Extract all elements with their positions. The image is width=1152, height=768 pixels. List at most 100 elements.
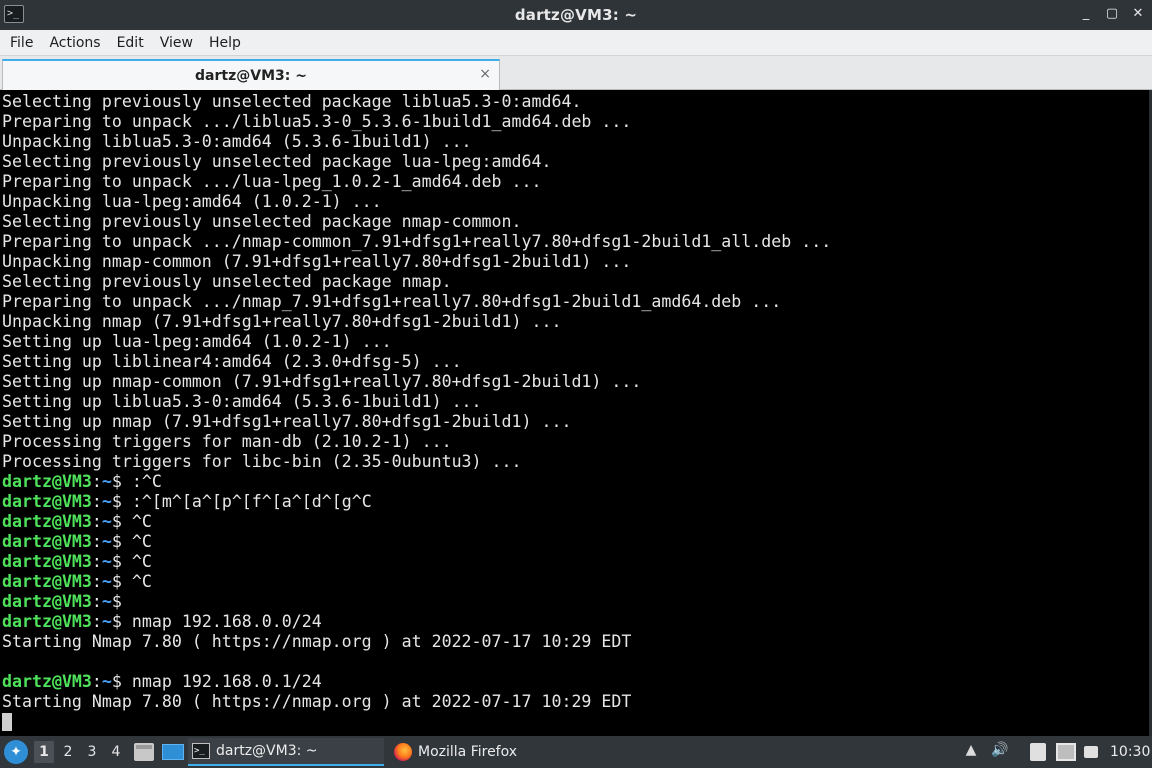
maximize-button[interactable]: ▢	[1104, 4, 1120, 24]
clock[interactable]: 10:30	[1110, 736, 1150, 768]
file-manager-icon[interactable]	[134, 743, 154, 761]
terminal-line: Selecting previously unselected package …	[2, 272, 1149, 292]
terminal-line: Processing triggers for man-db (2.10.2-1…	[2, 432, 1149, 452]
output-text: Preparing to unpack .../liblua5.3-0_5.3.…	[2, 112, 632, 131]
menu-help[interactable]: Help	[201, 30, 249, 56]
terminal-command-line: dartz@VM3:~$ :^C	[2, 472, 1149, 492]
prompt-user: dartz@VM3	[2, 472, 92, 491]
notification-icon[interactable]	[1084, 746, 1098, 758]
command-text: nmap 192.168.0.1/24	[121, 672, 322, 691]
output-text: Setting up nmap-common (7.91+dfsg1+reall…	[2, 372, 642, 391]
output-text: Setting up liblua5.3-0:amd64 (5.3.6-1bui…	[2, 392, 482, 411]
command-text: ^C	[121, 552, 152, 571]
prompt-path: ~	[101, 492, 112, 511]
terminal-line: Starting Nmap 7.80 ( https://nmap.org ) …	[2, 692, 1149, 712]
output-text: Selecting previously unselected package …	[2, 212, 522, 231]
tab-close-icon[interactable]: ×	[479, 66, 491, 82]
prompt-symbol: $	[111, 592, 122, 611]
terminal-app-icon: >_	[4, 5, 24, 23]
output-text: Preparing to unpack .../nmap-common_7.91…	[2, 232, 832, 251]
output-text: Setting up lua-lpeg:amd64 (1.0.2-1) ...	[2, 332, 392, 351]
task-terminal-label: dartz@VM3: ~	[216, 743, 318, 759]
prompt-path: ~	[101, 472, 112, 491]
menu-view[interactable]: View	[152, 30, 201, 56]
output-text: Starting Nmap 7.80 ( https://nmap.org ) …	[2, 632, 632, 651]
output-text: Selecting previously unselected package …	[2, 272, 452, 291]
menu-bar: File Actions Edit View Help	[0, 30, 1152, 56]
output-text: Unpacking nmap (7.91+dfsg1+really7.80+df…	[2, 312, 562, 331]
task-firefox[interactable]: Mozilla Firefox	[390, 738, 570, 766]
output-text: Unpacking nmap-common (7.91+dfsg1+really…	[2, 252, 632, 271]
prompt-path: ~	[101, 532, 112, 551]
prompt-user: dartz@VM3	[2, 672, 92, 691]
clipboard-icon[interactable]	[1030, 743, 1046, 761]
terminal-icon: >_	[192, 743, 210, 759]
prompt-user: dartz@VM3	[2, 592, 92, 611]
prompt-path: ~	[101, 572, 112, 591]
prompt-separator: :	[91, 532, 102, 551]
desktop-3-button[interactable]: 3	[82, 741, 102, 763]
network-icon[interactable]	[1056, 743, 1076, 761]
terminal-output[interactable]: Selecting previously unselected package …	[0, 90, 1149, 736]
command-text: :^[m^[a^[p^[f^[a^[d^[g^C	[121, 492, 372, 511]
terminal-command-line: dartz@VM3:~$ nmap 192.168.0.0/24	[2, 612, 1149, 632]
prompt-separator: :	[91, 572, 102, 591]
app-launcher-icon[interactable]: ✦	[4, 740, 28, 764]
output-text: Setting up nmap (7.91+dfsg1+really7.80+d…	[2, 412, 572, 431]
output-text: Selecting previously unselected package …	[2, 152, 552, 171]
prompt-separator: :	[91, 472, 102, 491]
terminal-line: Unpacking nmap-common (7.91+dfsg1+really…	[2, 252, 1149, 272]
terminal-line: Preparing to unpack .../nmap_7.91+dfsg1+…	[2, 292, 1149, 312]
tray-up-arrow-icon[interactable]: ▲	[962, 742, 980, 758]
tab-bar: dartz@VM3: ~ ×	[0, 56, 1152, 90]
desktop-4-button[interactable]: 4	[106, 741, 126, 763]
minimize-button[interactable]: _	[1078, 4, 1094, 24]
prompt-user: dartz@VM3	[2, 612, 92, 631]
terminal-line: Unpacking nmap (7.91+dfsg1+really7.80+df…	[2, 312, 1149, 332]
terminal-line: Processing triggers for libc-bin (2.35-0…	[2, 452, 1149, 472]
output-text: Selecting previously unselected package …	[2, 92, 582, 111]
output-text: Setting up liblinear4:amd64 (2.3.0+dfsg-…	[2, 352, 462, 371]
prompt-user: dartz@VM3	[2, 532, 92, 551]
task-firefox-label: Mozilla Firefox	[418, 744, 518, 760]
volume-icon[interactable]: 🔊	[990, 742, 1010, 758]
show-desktop-icon[interactable]	[162, 744, 184, 760]
terminal-line: Selecting previously unselected package …	[2, 152, 1149, 172]
prompt-separator: :	[91, 672, 102, 691]
terminal-line: Setting up nmap (7.91+dfsg1+really7.80+d…	[2, 412, 1149, 432]
menu-file[interactable]: File	[2, 30, 41, 56]
menu-actions[interactable]: Actions	[41, 30, 108, 56]
desktop-2-button[interactable]: 2	[58, 741, 78, 763]
prompt-path: ~	[101, 552, 112, 571]
tab-label: dartz@VM3: ~	[195, 67, 307, 84]
desktop-1-button[interactable]: 1	[34, 741, 54, 763]
prompt-separator: :	[91, 512, 102, 531]
menu-edit[interactable]: Edit	[109, 30, 152, 56]
prompt-path: ~	[101, 512, 112, 531]
prompt-symbol: $	[111, 472, 122, 491]
terminal-line: Setting up liblua5.3-0:amd64 (5.3.6-1bui…	[2, 392, 1149, 412]
prompt-symbol: $	[111, 512, 122, 531]
terminal-command-line: dartz@VM3:~$ ^C	[2, 532, 1149, 552]
terminal-command-line: dartz@VM3:~$ ^C	[2, 512, 1149, 532]
command-text: ^C	[121, 532, 152, 551]
taskbar: ✦ 1 2 3 4 >_ dartz@VM3: ~ Mozilla Firefo…	[0, 736, 1152, 768]
prompt-user: dartz@VM3	[2, 512, 92, 531]
prompt-path: ~	[101, 592, 112, 611]
prompt-separator: :	[91, 492, 102, 511]
command-text: :^C	[121, 472, 162, 491]
terminal-line: Selecting previously unselected package …	[2, 92, 1149, 112]
tab-terminal[interactable]: dartz@VM3: ~ ×	[2, 59, 500, 90]
terminal-line: Setting up nmap-common (7.91+dfsg1+reall…	[2, 372, 1149, 392]
terminal-command-line: dartz@VM3:~$	[2, 592, 1149, 612]
command-text: ^C	[121, 512, 152, 531]
terminal-line: Unpacking liblua5.3-0:amd64 (5.3.6-1buil…	[2, 132, 1149, 152]
terminal-command-line: dartz@VM3:~$ :^[m^[a^[p^[f^[a^[d^[g^C	[2, 492, 1149, 512]
close-button[interactable]: ✕	[1130, 4, 1146, 24]
task-terminal[interactable]: >_ dartz@VM3: ~	[188, 738, 384, 766]
terminal-command-line: dartz@VM3:~$ nmap 192.168.0.1/24	[2, 672, 1149, 692]
prompt-user: dartz@VM3	[2, 492, 92, 511]
prompt-symbol: $	[111, 532, 122, 551]
output-text: Unpacking lua-lpeg:amd64 (1.0.2-1) ...	[2, 192, 382, 211]
